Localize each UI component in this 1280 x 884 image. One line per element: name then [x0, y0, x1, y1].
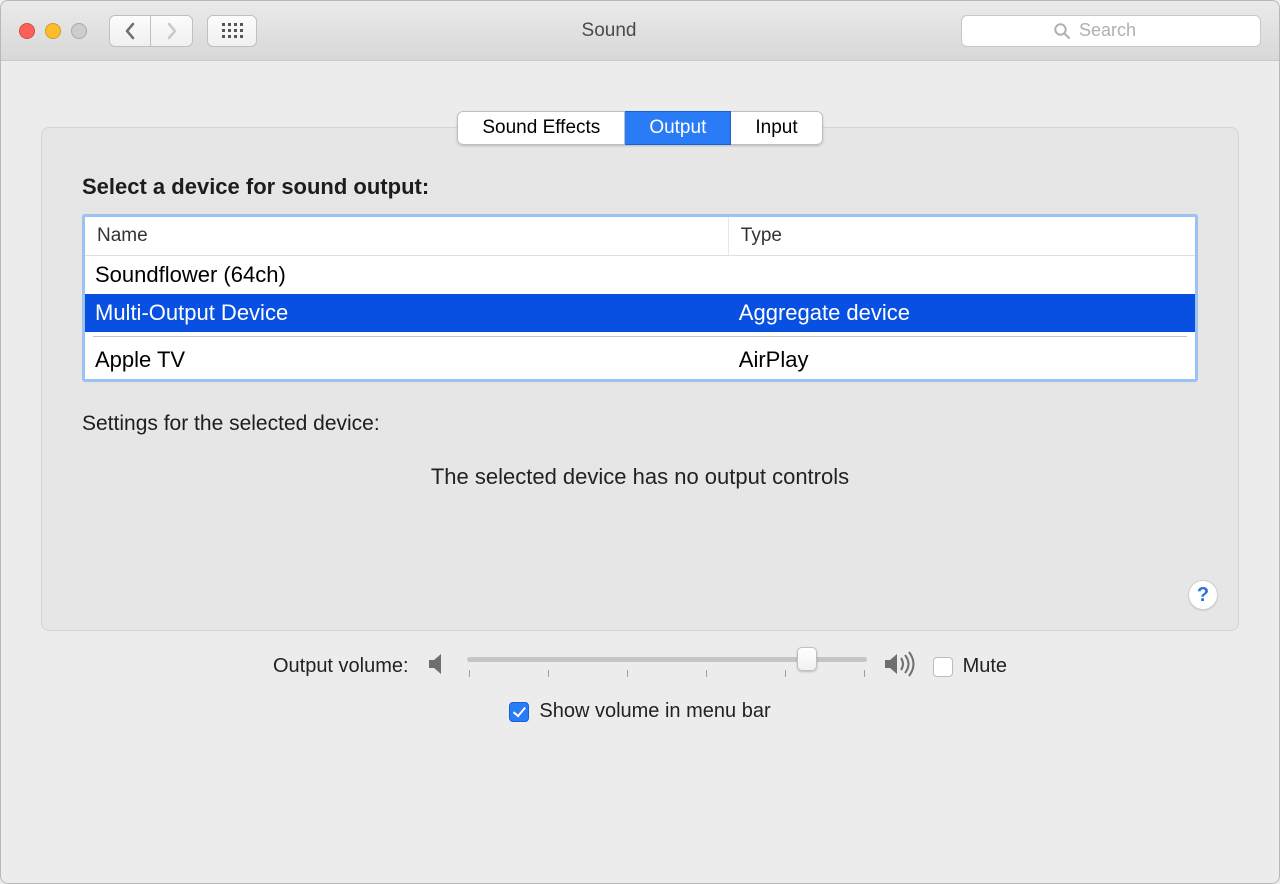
device-row[interactable]: Multi-Output DeviceAggregate device: [85, 294, 1195, 332]
mute-label: Mute: [963, 655, 1007, 678]
device-table[interactable]: Name Type Soundflower (64ch)Multi-Output…: [82, 214, 1198, 382]
zoom-window-button: [71, 23, 87, 39]
window-title: Sound: [257, 20, 961, 42]
device-type: AirPlay: [729, 341, 1195, 379]
search-icon: [1053, 22, 1071, 40]
content-area: Sound Effects Output Input Select a devi…: [1, 61, 1279, 883]
device-row[interactable]: Soundflower (64ch): [85, 256, 1195, 294]
show-volume-menubar-checkbox[interactable]: [509, 702, 529, 722]
titlebar: Sound: [1, 1, 1279, 61]
device-name: Multi-Output Device: [85, 294, 729, 332]
show-volume-menubar-label: Show volume in menu bar: [539, 700, 770, 723]
device-row[interactable]: Apple TVAirPlay: [85, 341, 1195, 379]
footer: Output volume: Mute S: [41, 631, 1239, 723]
speaker-loud-icon: [883, 651, 917, 682]
minimize-window-button[interactable]: [45, 23, 61, 39]
traffic-lights: [19, 23, 87, 39]
tab-sound-effects[interactable]: Sound Effects: [457, 111, 625, 145]
column-header-name[interactable]: Name: [85, 217, 729, 255]
select-device-heading: Select a device for sound output:: [82, 174, 1198, 200]
search-input[interactable]: [1079, 20, 1169, 41]
help-button[interactable]: ?: [1188, 580, 1218, 610]
back-button[interactable]: [109, 15, 151, 47]
device-name: Soundflower (64ch): [85, 256, 729, 294]
device-type: [729, 256, 1195, 294]
output-panel: Select a device for sound output: Name T…: [41, 127, 1239, 631]
close-window-button[interactable]: [19, 23, 35, 39]
speaker-mute-icon: [425, 651, 451, 682]
device-name: Apple TV: [85, 341, 729, 379]
chevron-left-icon: [124, 22, 136, 40]
table-header: Name Type: [85, 217, 1195, 256]
mute-checkbox[interactable]: [933, 657, 953, 677]
output-volume-slider[interactable]: [467, 657, 867, 677]
tab-input[interactable]: Input: [731, 111, 822, 145]
search-field[interactable]: [961, 15, 1261, 47]
show-all-button[interactable]: [207, 15, 257, 47]
device-type: Aggregate device: [729, 294, 1195, 332]
slider-thumb[interactable]: [797, 647, 817, 671]
tabbar: Sound Effects Output Input: [41, 111, 1239, 145]
nav-buttons: [109, 15, 193, 47]
chevron-right-icon: [166, 22, 178, 40]
output-volume-label: Output volume:: [273, 655, 409, 678]
forward-button: [151, 15, 193, 47]
column-header-type[interactable]: Type: [729, 217, 1195, 255]
tab-output[interactable]: Output: [625, 111, 731, 145]
no-output-controls-message: The selected device has no output contro…: [82, 464, 1198, 490]
sound-preferences-window: Sound Sound Effects Output Input Select …: [0, 0, 1280, 884]
settings-heading: Settings for the selected device:: [82, 412, 1198, 436]
grid-icon: [222, 23, 243, 38]
